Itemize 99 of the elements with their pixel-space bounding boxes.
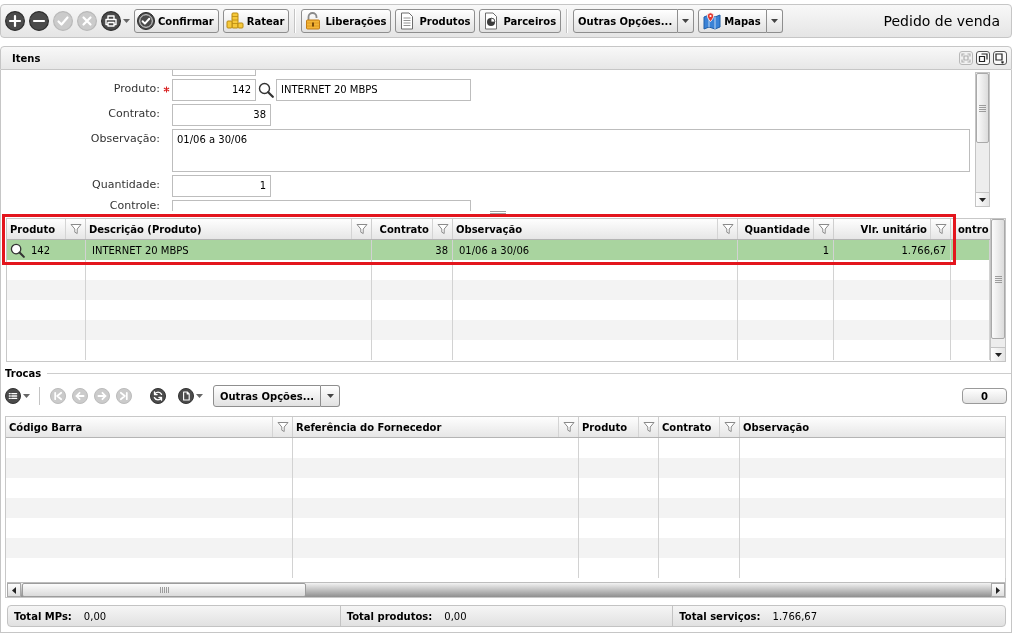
toolbar-button[interactable]: Ratear xyxy=(222,9,290,33)
page-icon[interactable] xyxy=(178,388,194,404)
caret-left-icon xyxy=(12,586,16,594)
toolbar-button[interactable]: Parceiros xyxy=(479,9,562,33)
filter-icon[interactable] xyxy=(642,421,655,433)
scroll-down-button[interactable] xyxy=(991,347,1005,361)
window-arrow-icon[interactable] xyxy=(993,51,1007,65)
grip-icon xyxy=(979,104,986,112)
scrollbar-thumb[interactable] xyxy=(976,73,989,143)
filter-icon[interactable] xyxy=(355,223,368,235)
table-cell: 142 xyxy=(31,244,51,256)
window-title: Pedido de venda xyxy=(883,13,1001,29)
field-label: Contrato: xyxy=(107,106,160,122)
input-field[interactable]: 38 xyxy=(172,104,271,126)
scroll-left-button[interactable] xyxy=(7,583,21,597)
input-field[interactable] xyxy=(172,200,471,211)
text-area[interactable]: 01/06 a 30/06 xyxy=(172,129,970,172)
toolbar-button[interactable]: Outras Opções... xyxy=(573,9,679,33)
dropdown-button[interactable] xyxy=(321,385,341,407)
map-pin-icon xyxy=(703,12,722,30)
column-header[interactable]: Observação xyxy=(453,219,738,239)
total-value: 0,00 xyxy=(444,610,467,622)
table-row[interactable]: 142 INTERNET 20 MBPS 38 01/06 a 30/06 1 1.766,67 xyxy=(7,240,990,260)
printer-icon[interactable] xyxy=(101,11,121,31)
table-cell: 38 xyxy=(435,244,448,256)
column-header[interactable]: Referência do Fornecedor xyxy=(293,417,579,437)
column-header[interactable]: Vlr. unitário xyxy=(834,219,951,239)
search-icon[interactable] xyxy=(258,82,274,98)
total-label: Total MPs: xyxy=(14,610,72,622)
toolbar-button[interactable]: Produtos xyxy=(395,9,476,33)
scroll-down-button[interactable] xyxy=(976,192,989,206)
counter-button[interactable]: 0 xyxy=(962,388,1007,404)
table-cell: INTERNET 20 MBPS xyxy=(92,244,189,256)
caret-icon[interactable] xyxy=(123,19,130,23)
caret-icon xyxy=(682,19,690,23)
filter-icon[interactable] xyxy=(721,223,734,235)
column-header[interactable]: Código Barra xyxy=(6,417,293,437)
toolbar-button[interactable]: Outras Opções... xyxy=(213,385,322,407)
list-icon[interactable] xyxy=(5,388,21,404)
total-label: Total produtos: xyxy=(346,610,433,622)
toolbar-button[interactable]: Confirmar xyxy=(134,9,219,33)
column-header[interactable]: Quantidade xyxy=(738,219,834,239)
input-field[interactable]: INTERNET 20 MBPS xyxy=(276,79,471,101)
input-field[interactable]: 142 xyxy=(172,79,256,101)
caret-icon[interactable] xyxy=(196,394,203,398)
field-label: Controle: xyxy=(108,200,160,211)
column-header[interactable]: Observação xyxy=(740,417,1006,437)
filter-icon[interactable] xyxy=(817,223,830,235)
column-header[interactable]: ontro xyxy=(957,219,990,239)
caret-icon xyxy=(770,19,778,23)
vertical-scrollbar[interactable] xyxy=(990,218,1006,362)
search-icon[interactable] xyxy=(10,242,25,258)
section-title: Trocas xyxy=(5,368,42,379)
total-value: 1.766,67 xyxy=(772,610,818,622)
scrollbar-thumb[interactable] xyxy=(22,583,306,597)
scrollbar-thumb[interactable] xyxy=(991,219,1005,339)
refresh-icon[interactable] xyxy=(150,388,166,404)
table-cell: 01/06 a 30/06 xyxy=(459,244,530,256)
coins-icon xyxy=(225,12,244,30)
caret-icon xyxy=(326,394,334,398)
caret-right-icon xyxy=(996,586,1000,594)
toolbar-button[interactable]: Liberações xyxy=(301,9,392,33)
filter-icon[interactable] xyxy=(723,421,736,433)
dropdown-button[interactable] xyxy=(678,9,695,33)
overlapping-windows-icon[interactable] xyxy=(976,51,990,65)
input-field[interactable]: 1 xyxy=(172,175,271,197)
table-cell: 1 xyxy=(822,244,829,256)
filter-icon[interactable] xyxy=(69,223,82,235)
field-label: Quantidade: xyxy=(91,177,160,193)
caret-down-icon xyxy=(994,352,1002,357)
column-header[interactable]: Contrato xyxy=(659,417,740,437)
grip-icon xyxy=(994,275,1002,283)
filter-icon[interactable] xyxy=(562,421,575,433)
toolbar-button[interactable]: Mapas xyxy=(698,9,767,33)
table-cell: 1.766,67 xyxy=(901,244,946,256)
panel-title: Itens xyxy=(12,52,41,64)
scroll-right-button[interactable] xyxy=(991,583,1005,597)
filter-icon[interactable] xyxy=(436,223,449,235)
horizontal-scrollbar[interactable] xyxy=(7,582,1005,597)
column-header[interactable]: Produto xyxy=(7,219,86,239)
caret-icon[interactable] xyxy=(23,394,30,398)
padlock-icon xyxy=(304,12,323,30)
field-label: Observação: xyxy=(89,131,160,147)
filter-icon[interactable] xyxy=(934,223,947,235)
field-label: Produto: xyxy=(112,81,160,97)
check-circle-icon xyxy=(137,12,155,30)
total-value: 0,00 xyxy=(83,610,107,622)
input-field[interactable] xyxy=(172,70,256,76)
vertical-scrollbar[interactable] xyxy=(975,72,990,207)
plus-icon[interactable] xyxy=(5,11,25,31)
caret-down-icon xyxy=(979,197,986,202)
column-header[interactable]: Descrição (Produto) xyxy=(86,219,372,239)
grip-icon xyxy=(159,587,169,593)
splitter-handle[interactable] xyxy=(490,211,506,214)
column-header[interactable]: Contrato xyxy=(372,219,453,239)
total-label: Total serviços: xyxy=(679,610,761,622)
minus-icon[interactable] xyxy=(29,11,49,31)
filter-icon[interactable] xyxy=(276,421,289,433)
column-header[interactable]: Produto xyxy=(579,417,659,437)
